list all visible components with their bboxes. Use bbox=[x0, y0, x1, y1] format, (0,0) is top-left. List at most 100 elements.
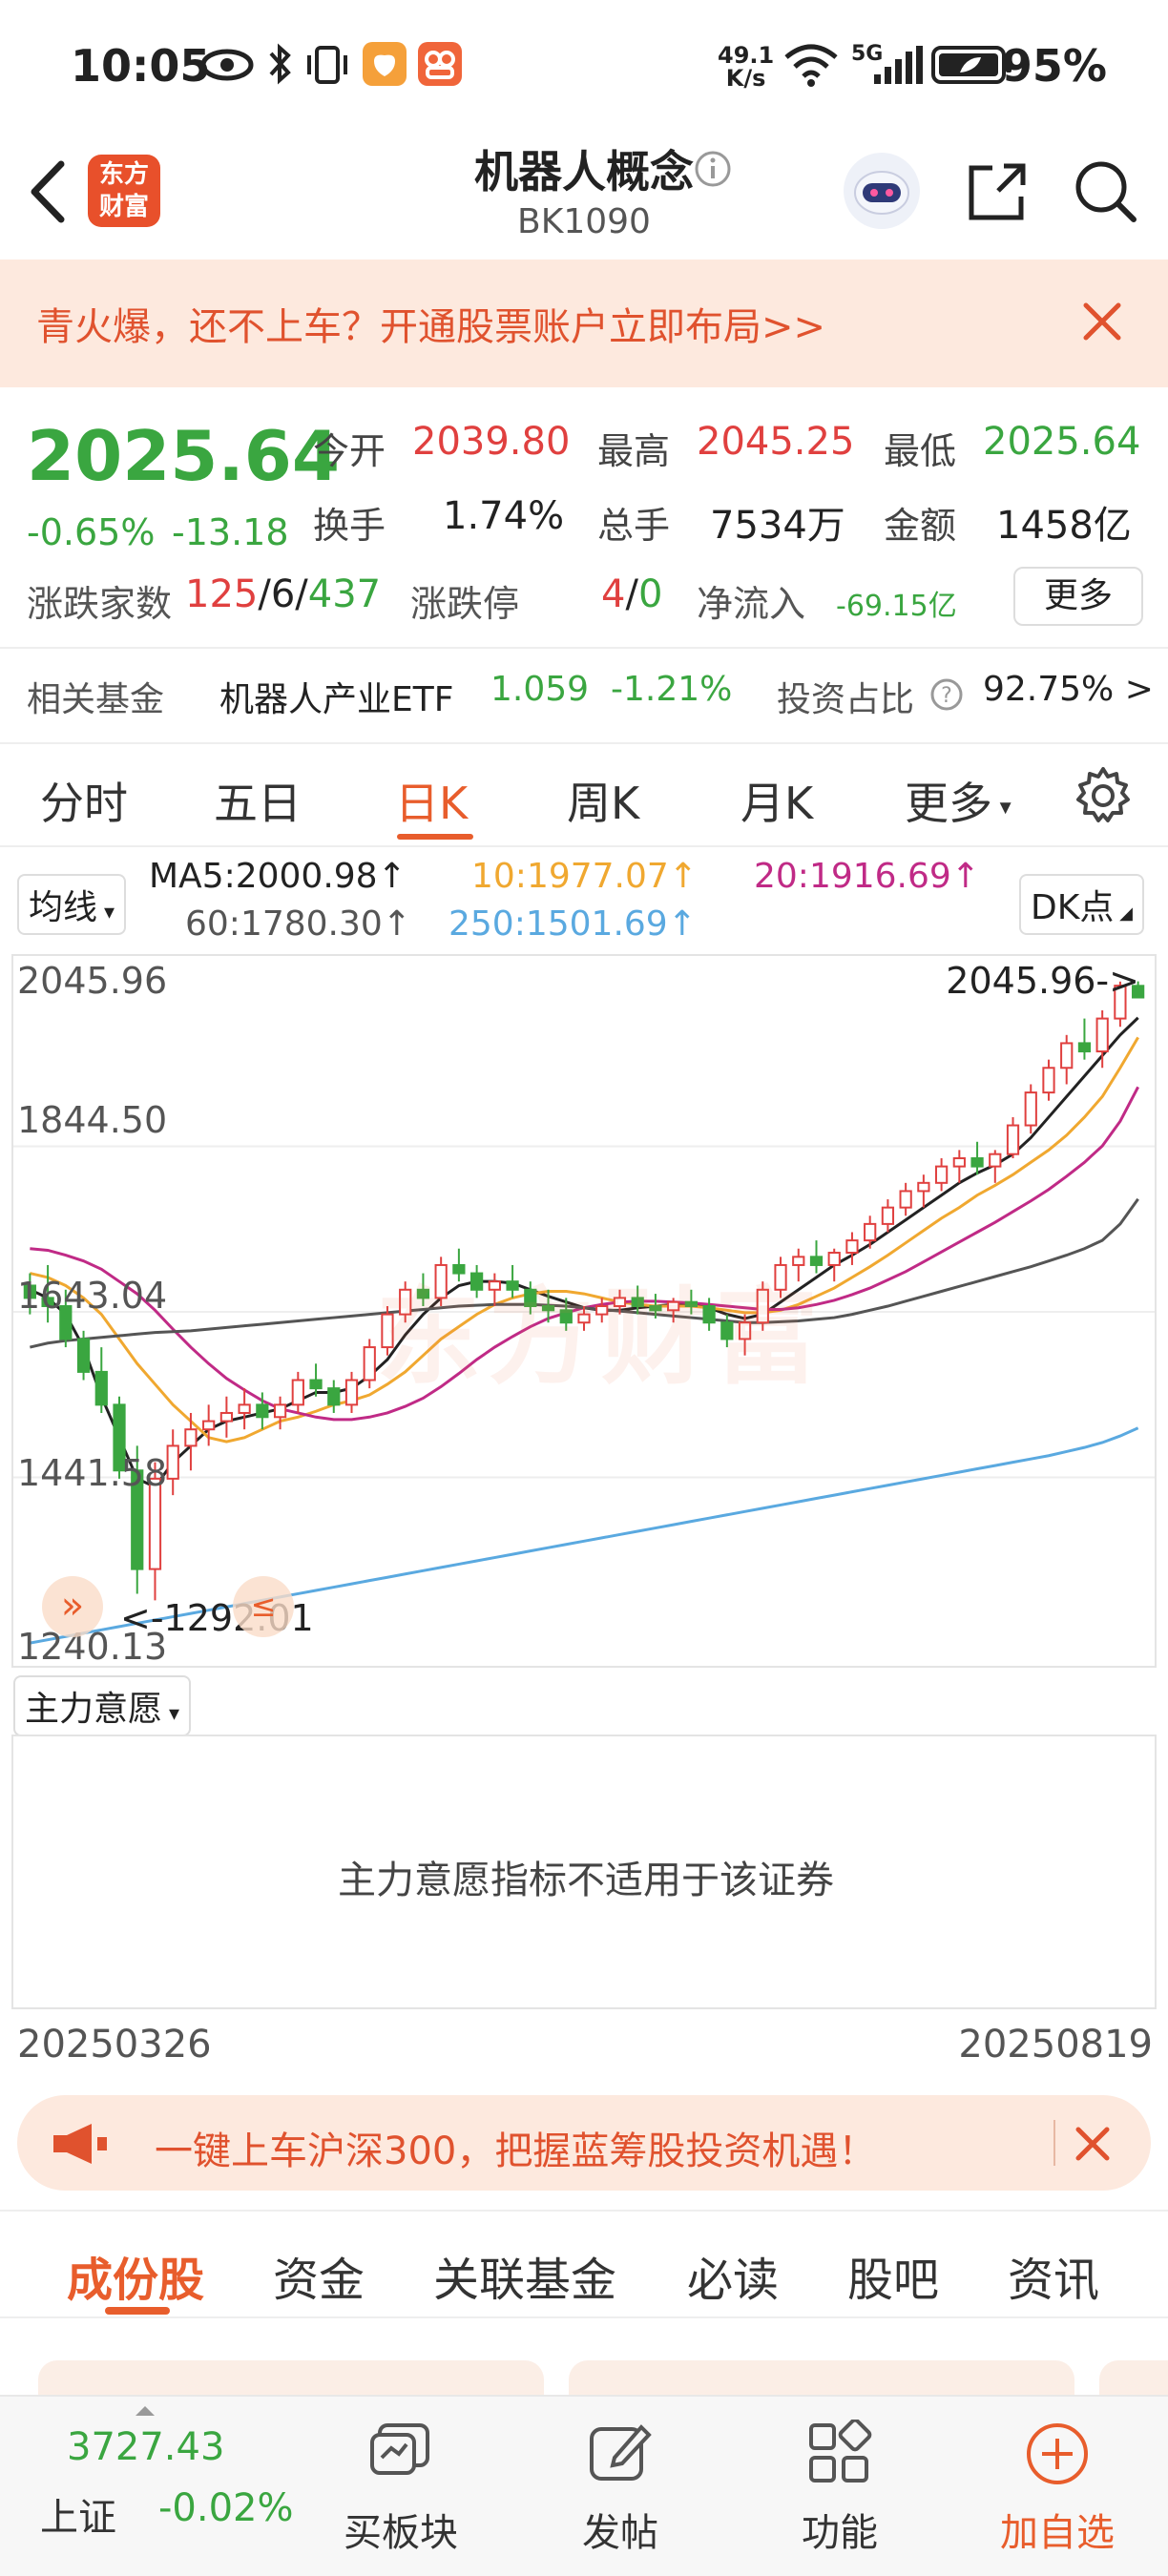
kline-chart[interactable]: 东方财富 2045.96 1844.50 1643.04 1441.58 124… bbox=[11, 954, 1157, 1668]
volume-label: 总手 bbox=[597, 505, 671, 547]
indicator-message: 主力意愿指标不适用于该证券 bbox=[338, 1859, 834, 1902]
candlestick bbox=[291, 1371, 304, 1413]
tab-must-read[interactable]: 必读 bbox=[687, 2242, 779, 2309]
candle-body bbox=[827, 1252, 841, 1266]
open-value: 2039.80 bbox=[412, 420, 571, 464]
candlestick bbox=[1042, 1059, 1055, 1101]
divider bbox=[1053, 2120, 1055, 2166]
quote-panel: 2025.64 -0.65% -13.18 今开 2039.80 最高 2045… bbox=[0, 387, 1168, 731]
dk-point-button[interactable]: DK点 ◢ bbox=[1019, 874, 1144, 935]
footer-label: 加自选 bbox=[1000, 2511, 1115, 2555]
section-tabs: 成份股 资金 关联基金 必读 股吧 资讯 bbox=[0, 2210, 1168, 2318]
bottom-toolbar: 3727.43 上证 -0.02% 买板块 发帖 功能 加自选 bbox=[0, 2395, 1168, 2576]
candle-body bbox=[864, 1222, 877, 1242]
ma20-value: 20:1916.69↑ bbox=[754, 857, 980, 896]
last-price: 2025.64 bbox=[27, 416, 340, 496]
tab-more[interactable]: 更多 ▾ bbox=[905, 769, 1012, 832]
high-marker: 2045.96-> bbox=[946, 960, 1139, 1002]
promo2-text[interactable]: 一键上车沪深300，把握蓝筹股投资机遇！ bbox=[155, 2120, 876, 2175]
share-icon[interactable] bbox=[964, 158, 1031, 225]
open-label: 今开 bbox=[313, 430, 386, 472]
settings-gear-icon[interactable] bbox=[1073, 765, 1134, 826]
index-promo-banner[interactable]: 一键上车沪深300，把握蓝筹股投资机遇！ bbox=[17, 2095, 1151, 2191]
inflow-value: -69.15亿 bbox=[836, 590, 957, 623]
net-speed: 49.1 K/s bbox=[718, 42, 775, 92]
post-button[interactable]: 发帖 bbox=[534, 2397, 706, 2576]
caret-up-icon bbox=[136, 2406, 155, 2416]
index-ticker[interactable]: 3727.43 上证 -0.02% bbox=[0, 2397, 305, 2576]
candlestick bbox=[864, 1215, 877, 1249]
close-icon[interactable] bbox=[1078, 298, 1126, 345]
functions-button[interactable]: 功能 bbox=[754, 2397, 926, 2576]
account-promo-banner[interactable]: 青火爆，还不上车？开通股票账户立即布局>> bbox=[0, 260, 1168, 387]
candle-body bbox=[273, 1403, 287, 1419]
limit-label: 涨跌停 bbox=[410, 583, 520, 625]
start-date: 20250326 bbox=[17, 2023, 212, 2067]
footer-label: 买板块 bbox=[344, 2511, 458, 2555]
close-icon[interactable] bbox=[1071, 2122, 1115, 2166]
status-time: 10:05 bbox=[71, 40, 211, 92]
chart-period-tabs: 分时 五日 日K 周K 月K 更多 ▾ bbox=[0, 742, 1168, 847]
candle-body bbox=[845, 1239, 859, 1255]
candle-body bbox=[256, 1403, 269, 1419]
info-icon[interactable] bbox=[693, 149, 733, 189]
ma-selector[interactable]: 均线 ▾ bbox=[17, 874, 127, 935]
candle-body bbox=[184, 1428, 198, 1447]
tab-related-funds[interactable]: 关联基金 bbox=[433, 2242, 616, 2309]
expand-left-button[interactable]: » bbox=[42, 1576, 103, 1637]
ma-legend-row: 均线 ▾ MA5:2000.98↑ 10:1977.07↑ 20:1916.69… bbox=[0, 849, 1168, 954]
turnover-value: 1.74% bbox=[443, 494, 565, 538]
tab-daily-k[interactable]: 日K bbox=[395, 769, 468, 832]
candlestick bbox=[881, 1199, 895, 1233]
search-icon[interactable] bbox=[1071, 156, 1139, 225]
plus-circle-icon bbox=[1027, 2423, 1088, 2484]
change-percent: -0.65% bbox=[27, 511, 156, 553]
candle-body bbox=[202, 1420, 216, 1431]
invest-ratio-value[interactable]: 92.75% > bbox=[983, 670, 1154, 709]
tab-news[interactable]: 资讯 bbox=[1008, 2242, 1099, 2309]
more-button[interactable]: 更多 bbox=[1013, 567, 1143, 626]
ai-robot-icon[interactable] bbox=[842, 151, 922, 231]
tab-stock-forum[interactable]: 股吧 bbox=[847, 2242, 939, 2309]
candle-body bbox=[76, 1338, 91, 1373]
buy-plate-button[interactable]: 买板块 bbox=[315, 2397, 487, 2576]
candlestick bbox=[952, 1150, 966, 1183]
index-name: 上证 bbox=[40, 2496, 116, 2540]
add-watchlist-button[interactable]: 加自选 bbox=[971, 2397, 1143, 2576]
help-icon[interactable]: ? bbox=[929, 677, 964, 712]
tab-five-day[interactable]: 五日 bbox=[214, 769, 302, 832]
tab-funds-flow[interactable]: 资金 bbox=[273, 2242, 365, 2309]
updown-count-label: 涨跌家数 bbox=[27, 583, 173, 625]
fund-name[interactable]: 机器人产业ETF bbox=[219, 672, 453, 721]
divider bbox=[0, 647, 1168, 649]
ma10-value: 10:1977.07↑ bbox=[471, 857, 698, 896]
candlestick bbox=[327, 1380, 341, 1413]
candlestick bbox=[1060, 1034, 1074, 1085]
active-tab-indicator bbox=[105, 2307, 170, 2315]
amount-value: 1458亿 bbox=[996, 504, 1132, 548]
tab-monthly-k[interactable]: 月K bbox=[740, 769, 813, 832]
candle-body bbox=[94, 1370, 108, 1406]
candlestick bbox=[344, 1371, 359, 1413]
tab-intraday[interactable]: 分时 bbox=[40, 769, 128, 832]
app-notify-icon bbox=[363, 42, 407, 86]
tab-weekly-k[interactable]: 周K bbox=[567, 769, 639, 832]
candlestick bbox=[363, 1339, 376, 1389]
fund-change: -1.21% bbox=[611, 670, 733, 709]
candle-body bbox=[166, 1444, 179, 1480]
shortcut-button[interactable]: ≤ bbox=[233, 1576, 294, 1637]
candle-body bbox=[1024, 1091, 1037, 1127]
candle-body bbox=[934, 1165, 949, 1184]
index-value: 3727.43 bbox=[67, 2425, 225, 2469]
y-axis-label: 1441.58 bbox=[17, 1452, 168, 1494]
indicator-selector[interactable]: 主力意愿 ▾ bbox=[13, 1675, 192, 1736]
candle-body bbox=[238, 1403, 251, 1414]
tab-constituents[interactable]: 成份股 bbox=[67, 2242, 204, 2309]
low-label: 最低 bbox=[884, 430, 957, 472]
app-notify-icon-2 bbox=[418, 42, 462, 86]
promo-text[interactable]: 青火爆，还不上车？开通股票账户立即布局>> bbox=[36, 296, 825, 351]
candle-body bbox=[970, 1156, 984, 1168]
vibrate-icon bbox=[307, 46, 347, 84]
candle-body bbox=[1006, 1124, 1020, 1155]
wifi-icon bbox=[784, 44, 838, 87]
